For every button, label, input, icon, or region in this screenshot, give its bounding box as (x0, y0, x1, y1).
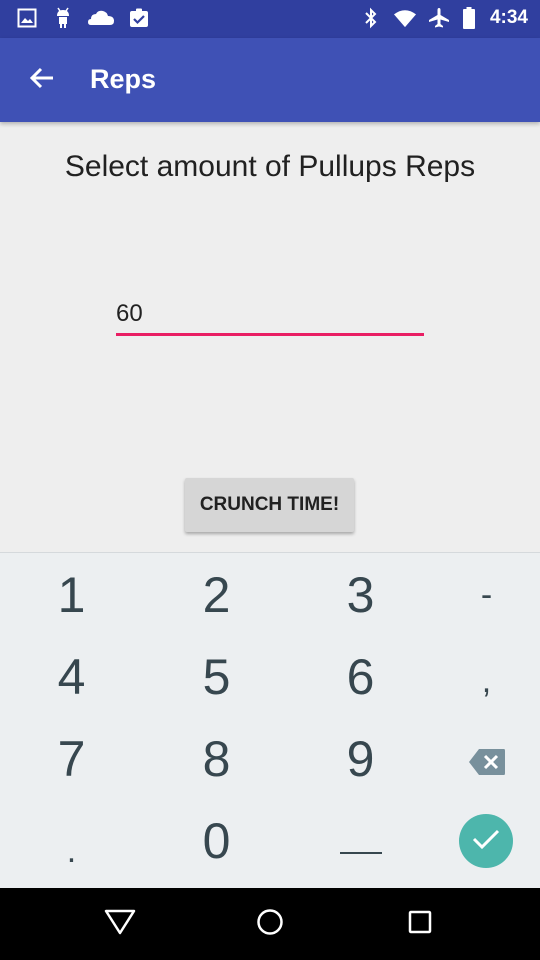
navigation-bar (0, 888, 540, 960)
backspace-icon (468, 730, 506, 788)
system-icons: 4:34 (360, 7, 528, 29)
home-circle-icon (256, 908, 284, 941)
key-2[interactable]: 2 (149, 553, 284, 637)
cloud-icon (88, 7, 114, 29)
app-bar: Reps (0, 38, 540, 122)
nav-back-button[interactable] (98, 904, 142, 944)
nav-home-button[interactable] (248, 904, 292, 944)
key-period[interactable]: . (4, 809, 139, 893)
android-icon (52, 7, 74, 29)
backspace-key[interactable] (419, 717, 540, 801)
key-0[interactable]: 0 (149, 799, 284, 883)
key-5[interactable]: 5 (149, 635, 284, 719)
wifi-icon (393, 7, 416, 29)
input-underline (116, 333, 424, 336)
reps-prompt: Select amount of Pullups Reps (64, 150, 476, 183)
key-3[interactable]: 3 (293, 553, 428, 637)
space-icon (339, 812, 383, 870)
key-6[interactable]: 6 (293, 635, 428, 719)
status-time: 4:34 (489, 7, 528, 28)
battery-icon (462, 7, 476, 29)
airplane-icon (428, 7, 450, 29)
key-dash[interactable]: - (419, 553, 540, 637)
back-button[interactable] (20, 60, 64, 100)
key-1[interactable]: 1 (4, 553, 139, 637)
notification-icons (16, 7, 150, 29)
key-8[interactable]: 8 (149, 717, 284, 801)
key-4[interactable]: 4 (4, 635, 139, 719)
nav-recents-button[interactable] (398, 904, 442, 944)
crunch-time-button[interactable]: CRUNCH TIME! (185, 478, 354, 532)
key-7[interactable]: 7 (4, 717, 139, 801)
key-comma[interactable]: , (419, 639, 540, 723)
status-bar: 4:34 (0, 0, 540, 38)
reps-field (116, 294, 424, 338)
back-triangle-icon (104, 909, 136, 940)
done-key[interactable] (459, 814, 513, 868)
image-icon (16, 7, 38, 29)
clipboard-check-icon (128, 7, 150, 29)
numeric-keypad: 1 2 3 - 4 5 6 , 7 8 9 . 0 (0, 552, 540, 888)
recents-square-icon (408, 910, 432, 939)
key-9[interactable]: 9 (293, 717, 428, 801)
done-icon (472, 828, 500, 855)
bluetooth-icon (360, 7, 382, 29)
reps-input[interactable] (116, 294, 424, 334)
space-key[interactable] (293, 799, 428, 883)
page-title: Reps (90, 64, 157, 94)
arrow-back-icon (29, 66, 55, 95)
